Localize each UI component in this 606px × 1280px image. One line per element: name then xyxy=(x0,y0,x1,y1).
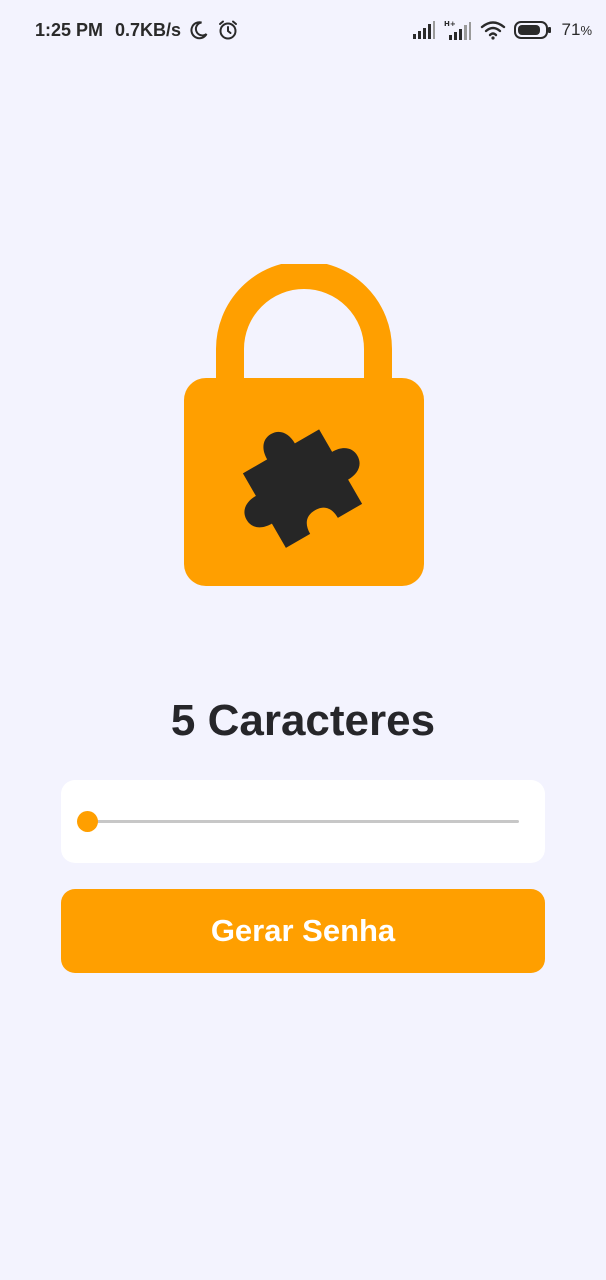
status-bar: 1:25 PM 0.7KB/s H+ 71% xyxy=(0,0,606,60)
wifi-icon xyxy=(480,19,506,41)
status-time: 1:25 PM xyxy=(35,19,104,40)
battery-icon xyxy=(513,20,552,40)
length-slider-track[interactable] xyxy=(87,820,519,823)
generate-password-button[interactable]: Gerar Senha xyxy=(61,889,545,973)
length-slider-thumb[interactable] xyxy=(76,811,98,832)
status-bar-right: H+ 71% xyxy=(412,19,592,41)
app-screen: 1:25 PM 0.7KB/s H+ 71% 5 Caracteres Gera… xyxy=(0,0,606,1280)
svg-text:H+: H+ xyxy=(444,20,456,28)
alarm-icon xyxy=(217,19,239,41)
status-bar-left: 1:25 PM 0.7KB/s xyxy=(35,19,239,41)
padlock-puzzle-icon xyxy=(183,261,425,586)
battery-percentage: 71% xyxy=(561,20,592,39)
password-length-title: 5 Caracteres xyxy=(170,696,436,745)
signal-icon xyxy=(412,20,436,40)
length-slider-card xyxy=(61,780,545,863)
moon-icon xyxy=(189,20,209,40)
network-speed: 0.7KB/s xyxy=(115,19,182,40)
signal-hplus-icon: H+ xyxy=(444,19,472,41)
